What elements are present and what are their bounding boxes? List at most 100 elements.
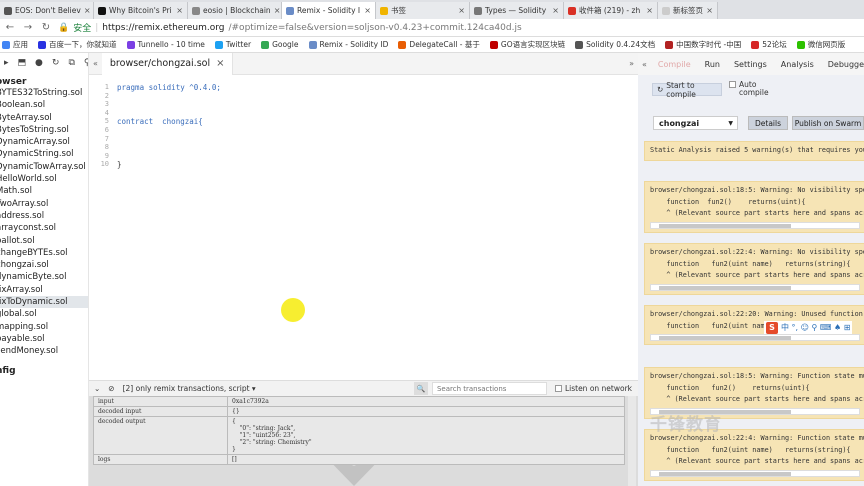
browser-tab[interactable]: 新标签页 × [658,2,718,19]
listen-checkbox[interactable] [554,385,562,392]
file-item[interactable]: ballot.sol [0,235,88,247]
bookmark-item[interactable]: 微信网页版 [796,39,846,50]
file-item[interactable]: changeBYTEs.sol [0,247,88,259]
panel-tab[interactable]: Debugger [821,60,864,69]
new-file-icon[interactable]: ▸ [4,58,9,68]
browser-tab[interactable]: Remix - Solidity I × [282,2,376,19]
close-tab-icon[interactable]: × [646,6,653,15]
close-tab-icon[interactable]: × [552,6,559,15]
copy-icon[interactable]: ⧉ [68,58,74,68]
listen-on-network[interactable]: Listen on network [554,384,638,393]
tab-title: eosio | Blockchain [203,6,271,15]
publish-swarm-button[interactable]: Publish on Swarm [792,116,864,130]
open-folder-icon[interactable]: ⬒ [18,58,27,68]
clear-console-icon[interactable]: ⊘ [108,384,114,393]
terminal-scrollbar[interactable] [628,396,636,486]
url-field[interactable]: 🔒 安全 | https://remix.ethereum.org/#optim… [58,21,522,35]
warning-box: Static Analysis raised 5 warning(s) that… [644,141,864,161]
bookmark-item[interactable]: 中国数字时代 -中国 [665,39,741,50]
editor-tab-chongzai[interactable]: browser/chongzai.sol × [101,52,234,75]
code-editor[interactable]: 1 pragma solidity ^0.4.0; 2 3 4 5 contract cho… [89,79,638,379]
file-item[interactable]: DynamicString.sol [0,148,88,160]
auto-compile-toggle[interactable]: Auto compile [729,81,769,97]
scroll-tabs-right-icon[interactable]: » [629,59,634,68]
panel-tab[interactable]: Compile [651,60,698,69]
bookmark-icon [38,40,46,49]
browser-tab-strip: EOS: Don't Believ × Why Bitcoin's Pri × eosi… [0,0,864,19]
file-item[interactable]: HelloWorld.sol [0,173,88,185]
scroll-tabs-left-icon[interactable]: « [89,59,102,68]
terminal-output: input 0xa1c7392a decoded input{} decoded ou… [89,396,638,486]
browser-tab[interactable]: EOS: Don't Believ × [0,2,94,19]
browser-tab[interactable]: eosio | Blockchain × [188,2,282,19]
bookmark-item[interactable]: 52论坛 [751,39,787,50]
file-item[interactable]: BytesToString.sol [0,124,88,136]
warning-scrollbar[interactable] [650,469,860,477]
details-button[interactable]: Details [748,116,788,130]
browser-tab[interactable]: Types — Solidity × [470,2,564,19]
file-item[interactable]: payable.sol [0,333,88,345]
panel-tab[interactable]: Analysis [774,60,821,69]
close-tab-icon[interactable]: × [364,6,371,15]
file-item[interactable]: DynamicTowArray.sol [0,161,88,173]
file-item[interactable]: ByteArray.sol [0,112,88,124]
file-item[interactable]: DynamicArray.sol [0,136,88,148]
file-item[interactable]: address.sol [0,210,88,222]
bookmark-label: 微信网页版 [807,40,846,49]
bookmark-item[interactable]: GO语言实现区块链 [489,39,565,50]
close-tab-icon[interactable]: × [706,6,713,15]
panel-scroll-left-icon[interactable]: « [638,60,651,69]
close-tab-icon[interactable]: × [458,6,465,15]
file-item[interactable]: Math.sol [0,185,88,197]
auto-compile-checkbox[interactable] [729,81,736,88]
warning-scrollbar[interactable] [650,334,860,341]
reload-icon[interactable]: ↻ [40,22,52,33]
bookmark-item[interactable]: Remix - Solidity ID [308,40,388,49]
file-item[interactable]: fixToDynamic.sol [0,296,88,309]
folder-browser[interactable]: owser [0,77,88,87]
bookmark-item[interactable]: Solidity 0.4.24文档 [575,39,655,50]
file-item[interactable]: mapping.sol [0,321,88,333]
collapse-terminal-icon[interactable]: ⌄ [94,384,100,393]
panel-tab[interactable]: Run [698,60,727,69]
file-item[interactable]: sendMoney.sol [0,345,88,357]
search-transactions-input[interactable] [431,382,547,395]
gist-icon[interactable]: ↻ [52,58,60,68]
close-tab-icon[interactable]: × [84,6,91,15]
warning-scrollbar[interactable] [650,283,860,291]
browser-tab[interactable]: 书签 × [376,2,470,19]
start-compile-button[interactable]: ↻ Start to compile [652,81,722,99]
bookmark-item[interactable]: Tunnello - 10 time [126,40,205,49]
warning-scrollbar[interactable] [650,221,860,229]
tab-favicon [98,6,106,15]
bookmark-item[interactable]: Google [261,40,299,49]
bookmark-label: Google [272,40,299,49]
file-item[interactable]: chongzai.sol [0,259,88,271]
folder-config[interactable]: nfig [0,366,88,376]
ime-toolbar[interactable]: S 中 °, ☺ ⚲ ⌨ ♠ ⊞ [764,321,853,334]
file-item[interactable]: arrayconst.sol [0,222,88,234]
bookmark-item[interactable]: Twitter [214,40,251,49]
file-item[interactable]: TwoArray.sol [0,198,88,210]
bookmark-item[interactable]: 应用 [2,39,28,50]
file-item[interactable]: fixArray.sol [0,284,88,296]
close-tab-icon[interactable]: × [176,6,183,15]
search-icon[interactable]: 🔍 [413,382,428,395]
bookmark-item[interactable]: 百度一下，你就知道 [38,39,117,50]
panel-tab[interactable]: Settings [727,60,774,69]
back-icon[interactable]: ← [4,22,16,33]
contract-select[interactable]: chongzai ▼ [653,116,738,130]
browser-tab[interactable]: Why Bitcoin's Pri × [94,2,188,19]
transaction-filter-select[interactable]: [2] only remix transactions, script ▾ [123,384,256,393]
forward-icon[interactable]: → [22,22,34,33]
file-item[interactable]: Boolean.sol [0,99,88,111]
bookmark-icon [489,40,498,49]
bookmark-item[interactable]: DelegateCall - 基于 [398,39,480,50]
file-item[interactable]: dynamicByte.sol [0,271,88,283]
github-icon[interactable]: ● [35,58,43,68]
browser-tab[interactable]: 收件箱 (219) - zh × [564,2,658,19]
close-tab-icon[interactable]: × [216,58,224,69]
file-item[interactable]: global.sol [0,308,88,320]
close-tab-icon[interactable]: × [274,6,281,15]
file-item[interactable]: BYTES32ToString.sol [0,87,88,99]
